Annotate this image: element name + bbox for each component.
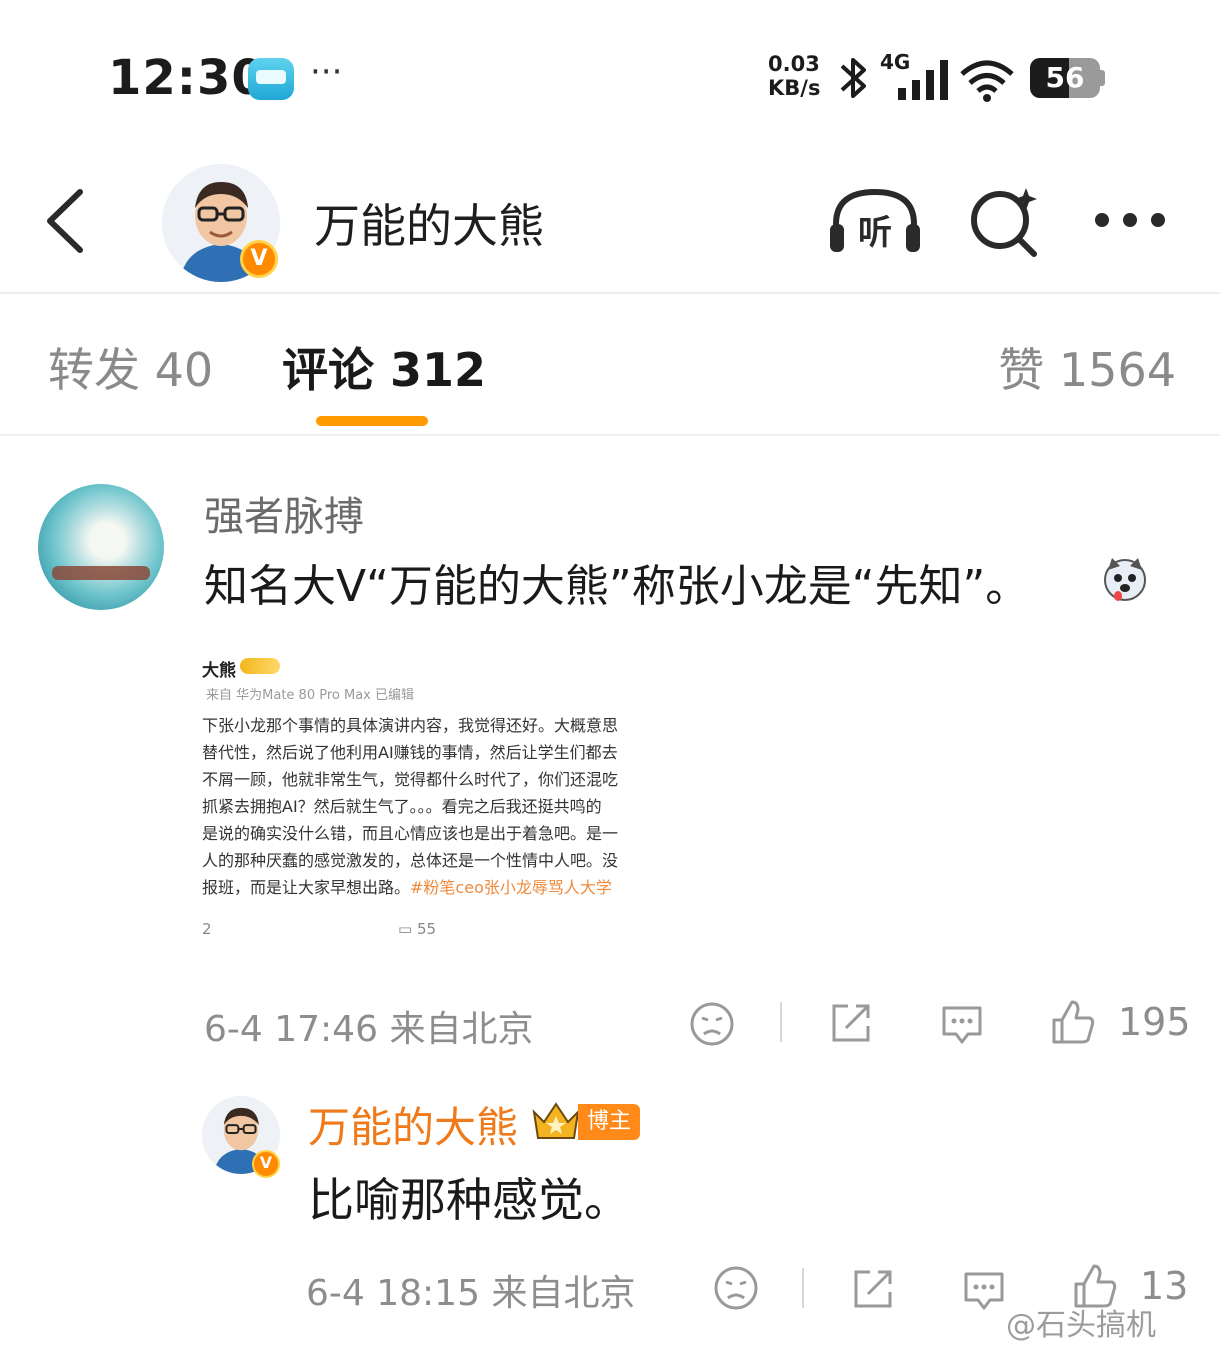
embed-footer-left: 2 (202, 920, 212, 938)
reply-icon[interactable] (960, 1266, 1008, 1314)
crown-icon (532, 1102, 580, 1139)
status-time: 12:30 (108, 50, 266, 106)
tab-comment[interactable]: 评论 312 (282, 334, 486, 400)
active-tab-indicator (316, 416, 428, 426)
comment-meta: 6-4 17:46 来自北京 (204, 1000, 533, 1052)
verified-badge: V (252, 1150, 280, 1178)
like-icon[interactable] (1050, 998, 1096, 1046)
bluetooth-icon (840, 58, 866, 98)
action-separator (802, 1268, 804, 1308)
embed-footer: 2 ▭ 55 (202, 920, 634, 938)
reply-author-name[interactable]: 万能的大熊 (308, 1094, 518, 1155)
tab-repost[interactable]: 转发 40 (48, 334, 213, 400)
headphones-icon: 听 (830, 188, 920, 253)
reply-time: 6-4 18:15 (306, 1273, 480, 1314)
commenter-name[interactable]: 强者脉搏 (204, 484, 364, 542)
embed-line: 下张小龙那个事情的具体演讲内容，我觉得还好。大概意思 (202, 716, 619, 735)
embed-author: 大熊 (202, 661, 236, 681)
comment-text: 知名大V“万能的大熊”称张小龙是“先知”。 (204, 561, 1030, 612)
wifi-icon (960, 60, 1014, 102)
signal-icon (898, 60, 948, 100)
network-speed: 0.03 KB/s (768, 52, 820, 100)
action-separator (780, 1002, 782, 1042)
embed-line: 不屑一顾，他就非常生气，觉得都什么时代了，你们还混吃 (202, 770, 619, 789)
dislike-icon[interactable] (688, 1000, 736, 1048)
commenter-avatar[interactable] (38, 484, 164, 610)
share-icon[interactable] (828, 1000, 874, 1046)
embed-line: 抓紧去拥抱AI？然后就生气了。。。看完之后我还挺共鸣的 (202, 797, 602, 816)
listen-button[interactable]: 听 (828, 186, 922, 256)
reply-location: 来自北京 (491, 1273, 636, 1314)
share-icon[interactable] (850, 1266, 896, 1312)
embed-source: 来自 华为Mate 80 Pro Max 已编辑 (206, 688, 414, 703)
search-icon[interactable] (968, 184, 1042, 258)
embed-line-text: 报班，而是让大家早想出路。 (202, 878, 411, 897)
husky-emoji (1104, 558, 1146, 601)
battery-tip (1100, 70, 1105, 86)
watermark: @石头搞机 (1006, 1308, 1156, 1343)
battery-icon: 56 (1030, 58, 1100, 98)
header-divider (0, 292, 1220, 294)
battery-level: 56 (1045, 61, 1085, 94)
dislike-icon[interactable] (712, 1264, 760, 1312)
listen-label: 听 (858, 213, 892, 253)
embedded-post-screenshot[interactable]: 大熊 来自 华为Mate 80 Pro Max 已编辑 下张小龙那个事情的具体演… (200, 652, 634, 948)
embed-crown-badge (240, 658, 280, 674)
embed-line: 是说的确实没什么错，而且心情应该也是出于着急吧。是一 (202, 824, 619, 843)
reply-text: 比喻那种感觉。 (308, 1173, 630, 1227)
like-count: 195 (1118, 1000, 1191, 1044)
page-title: 万能的大熊 (314, 199, 544, 253)
comment-location: 来自北京 (389, 1009, 534, 1050)
tabs-divider (0, 434, 1220, 436)
embed-hashtag: #粉笔ceo张小龙辱骂人大学 (410, 878, 612, 897)
app-icon (248, 58, 294, 100)
verified-badge: V (240, 240, 278, 278)
comment-time: 6-4 17:46 (204, 1009, 378, 1050)
network-speed-value: 0.03 (768, 52, 820, 76)
embed-body: 下张小龙那个事情的具体演讲内容，我觉得还好。大概意思 替代性，然后说了他利用AI… (202, 712, 634, 901)
embed-line: 人的那种厌蠢的感觉激发的，总体还是一个性情中人吧。没 (202, 851, 619, 870)
tab-like[interactable]: 赞 1564 (998, 334, 1176, 400)
embed-line-last: 报班，而是让大家早想出路。#粉笔ceo张小龙辱骂人大学 (202, 874, 634, 901)
back-icon[interactable] (40, 186, 90, 256)
embed-comment-count: ▭ 55 (398, 920, 437, 938)
network-speed-unit: KB/s (768, 76, 821, 100)
reply-meta: 6-4 18:15 来自北京 (306, 1264, 635, 1316)
status-more-dots: ··· (310, 52, 343, 92)
embed-line: 替代性，然后说了他利用AI赚钱的事情，然后让学生们都去 (202, 743, 618, 762)
reply-icon[interactable] (938, 1000, 986, 1048)
author-role-badge: 博主 (578, 1104, 640, 1140)
more-icon[interactable] (1090, 206, 1170, 234)
